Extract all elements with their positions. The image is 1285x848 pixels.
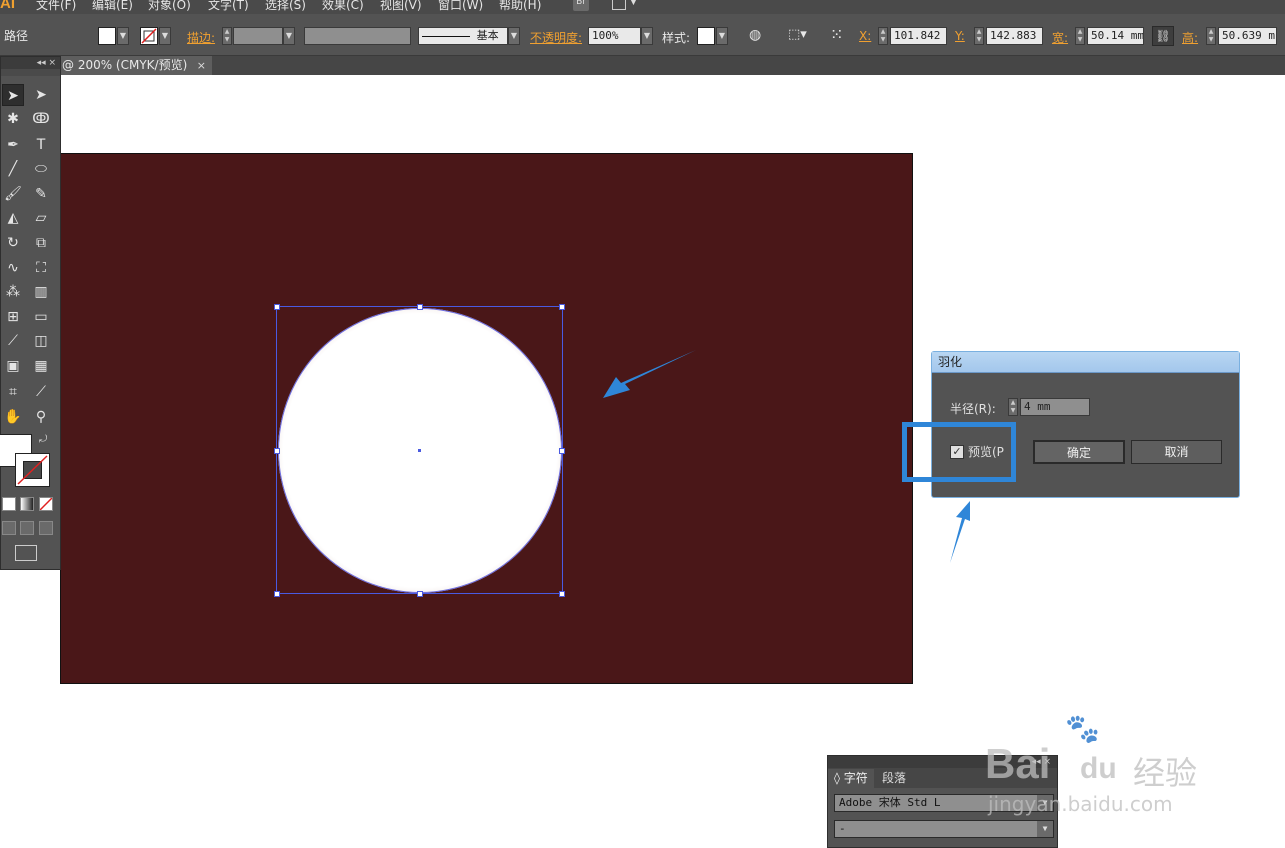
ok-button[interactable]: 确定 — [1033, 440, 1125, 464]
watermark-du: du — [1080, 752, 1117, 785]
blend-tool-icon[interactable]: ◫ — [30, 330, 52, 352]
toolbox-panel: ◂◂ × ➤ ➤ ✱ ↂ ✒ T ╱ ⬭ 🖌 ✎ ◭ ▱ ↻ ⧉ ∿ ⛶ ⁂ ▥… — [0, 56, 61, 570]
screen-mode-icon[interactable] — [15, 545, 37, 561]
pencil-tool-icon[interactable]: ✎ — [30, 183, 52, 205]
color-mode-icon[interactable] — [2, 497, 16, 511]
watermark-brand: Bai — [985, 740, 1051, 787]
draw-behind-icon[interactable] — [20, 521, 34, 535]
artboard-tool-icon[interactable]: ⌗ — [2, 381, 24, 403]
radius-spinner[interactable]: ▲ ▼ — [1008, 398, 1018, 416]
column-graph-tool-icon[interactable]: ▥ — [30, 281, 52, 303]
live-paint-tool-icon[interactable]: ▣ — [2, 355, 24, 377]
tab-character-label: 字符 — [843, 771, 868, 785]
font-style-dropdown-icon[interactable]: ▼ — [1037, 821, 1053, 837]
draw-inside-icon[interactable] — [39, 521, 53, 535]
stroke-color-swatch[interactable] — [15, 453, 50, 487]
none-slash-icon — [39, 497, 53, 511]
tab-character[interactable]: ◊ 字符 — [828, 769, 874, 788]
preview-highlight-box — [902, 422, 1016, 482]
selection-tool-icon[interactable]: ➤ — [2, 84, 24, 106]
arrow-to-circle-icon — [603, 350, 696, 398]
gradient-tool-icon[interactable]: ▭ — [30, 306, 52, 328]
live-paint-selection-tool-icon[interactable]: ▦ — [30, 355, 52, 377]
tab-paragraph[interactable]: 段落 — [876, 769, 912, 788]
warp-tool-icon[interactable]: ∿ — [2, 257, 24, 279]
ellipse-tool-icon[interactable]: ⬭ — [30, 158, 52, 180]
symbol-sprayer-tool-icon[interactable]: ⁂ — [2, 281, 24, 303]
dialog-title[interactable]: 羽化 — [932, 352, 1239, 373]
none-slash-icon — [17, 455, 48, 485]
none-mode-icon[interactable] — [39, 497, 53, 511]
eyedropper-tool-icon[interactable]: ⟋ — [2, 330, 24, 352]
font-family-value: Adobe 宋体 Std L — [839, 796, 941, 809]
slice-tool-icon[interactable]: ⟋ — [30, 381, 52, 403]
swap-colors-icon[interactable]: ⤾ — [39, 434, 47, 445]
font-style-field[interactable]: - ▼ — [834, 820, 1054, 838]
zoom-tool-icon[interactable]: ⚲ — [30, 406, 52, 428]
gradient-mode-icon[interactable] — [20, 497, 34, 511]
lasso-tool-icon[interactable]: ↂ — [30, 108, 52, 130]
watermark-paw-icon: 🐾 — [1065, 712, 1100, 745]
direct-selection-tool-icon[interactable]: ➤ — [30, 84, 52, 106]
free-transform-tool-icon[interactable]: ⛶ — [30, 257, 52, 279]
draw-normal-icon[interactable] — [2, 521, 16, 535]
radius-label: 半径(R): — [950, 402, 996, 416]
mesh-tool-icon[interactable]: ⊞ — [2, 306, 24, 328]
watermark-cn: 经验 — [1133, 754, 1198, 792]
toolbox-grip[interactable] — [1, 69, 60, 76]
magic-wand-tool-icon[interactable]: ✱ — [2, 108, 24, 130]
pen-tool-icon[interactable]: ✒ — [2, 134, 24, 156]
line-tool-icon[interactable]: ╱ — [2, 158, 24, 180]
cancel-button[interactable]: 取消 — [1131, 440, 1222, 464]
blob-brush-tool-icon[interactable]: ◭ — [2, 207, 24, 229]
scale-tool-icon[interactable]: ⧉ — [30, 232, 52, 254]
eraser-tool-icon[interactable]: ▱ — [30, 207, 52, 229]
type-tool-icon[interactable]: T — [30, 134, 52, 156]
toolbox-header[interactable]: ◂◂ × — [1, 57, 60, 69]
watermark-url: jingyan.baidu.com — [988, 792, 1173, 816]
font-style-value: - — [839, 822, 846, 835]
rotate-tool-icon[interactable]: ↻ — [2, 232, 24, 254]
hand-tool-icon[interactable]: ✋ — [2, 406, 24, 428]
radius-field[interactable]: 4 mm — [1020, 398, 1090, 416]
arrow-to-preview-icon — [950, 501, 970, 563]
paintbrush-tool-icon[interactable]: 🖌 — [2, 183, 24, 205]
